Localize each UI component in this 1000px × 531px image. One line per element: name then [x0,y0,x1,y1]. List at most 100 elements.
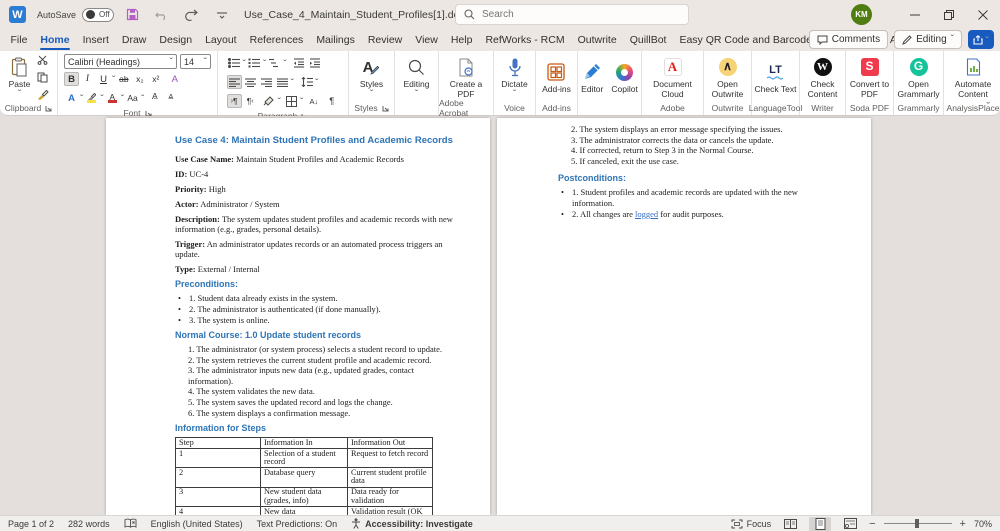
create-pdf-button[interactable]: Create a PDF [439,54,493,100]
redo-icon[interactable] [184,7,200,23]
format-painter-button[interactable] [35,87,50,101]
autosave-toggle[interactable]: Off [82,7,115,22]
change-case-button[interactable]: Aa [125,91,140,105]
page-indicator[interactable]: Page 1 of 2 [8,519,54,529]
dialog-launcher-icon[interactable] [45,105,52,112]
accessibility-status[interactable]: Accessibility: Investigate [351,518,473,529]
collapse-ribbon-icon[interactable]: ˇ [986,101,990,113]
customize-quick-access-icon[interactable] [214,7,230,23]
align-center-button[interactable] [243,75,258,89]
share-button[interactable] [968,30,994,49]
avatar[interactable]: KM [851,4,872,25]
phonetic-guide-button[interactable]: A [167,72,182,86]
show-formatting-marks-button[interactable]: ¶ [324,94,339,108]
tab-mailings[interactable]: Mailings [310,29,362,51]
tab-outwrite[interactable]: Outwrite [571,29,623,51]
dictate-button[interactable]: Dictate [499,54,529,100]
comments-button[interactable]: Comments [808,30,889,49]
minimize-button[interactable] [898,0,932,29]
justify-button[interactable] [275,75,290,89]
align-right-button[interactable] [259,75,274,89]
tab-review[interactable]: Review [361,29,408,51]
addins-button[interactable]: Add-ins [540,59,573,95]
open-grammarly-button[interactable]: G Open Grammarly [894,54,943,100]
tab-references[interactable]: References [243,29,310,51]
font-color-button[interactable]: A [105,91,120,105]
read-mode-view-button[interactable] [779,517,801,531]
automate-content-button[interactable]: Automate Content [944,54,1000,100]
increase-indent-button[interactable] [308,56,323,70]
highlight-button[interactable] [84,91,99,105]
font-size-combo[interactable]: 14 [180,54,211,69]
zoom-in-button[interactable]: + [960,518,966,530]
tab-home[interactable]: Home [34,29,76,51]
web-layout-view-button[interactable] [839,517,861,531]
zoom-slider-thumb[interactable] [914,519,919,528]
tab-refworks[interactable]: RefWorks - RCM [479,29,571,51]
subscript-button[interactable]: x₂ [132,72,147,86]
line-spacing-button[interactable] [299,75,314,89]
tab-view[interactable]: View [409,29,445,51]
text-predictions-indicator[interactable]: Text Predictions: On [257,519,338,529]
editor-button[interactable]: Editor [579,59,605,95]
undo-icon[interactable] [154,7,170,23]
numbering-button[interactable] [247,56,262,70]
font-name-combo[interactable]: Calibri (Headings) [64,54,177,69]
search-box[interactable] [455,4,689,25]
cut-button[interactable] [35,53,50,67]
convert-to-pdf-button[interactable]: S Convert to PDF [846,54,893,100]
print-layout-view-button[interactable] [809,516,832,531]
autosave-control[interactable]: AutoSave Off [37,7,115,22]
editing-mode-dropdown[interactable]: Editing [894,30,962,49]
proofing-icon[interactable] [124,518,137,529]
word-count[interactable]: 282 words [68,519,110,529]
check-text-button[interactable]: LT Check Text [753,59,799,95]
tab-design[interactable]: Design [153,29,199,51]
tab-insert[interactable]: Insert [76,29,115,51]
underline-button[interactable]: U [96,72,111,86]
borders-button[interactable] [284,94,299,108]
shrink-font-button[interactable]: Aˇ [163,91,178,105]
strikethrough-button[interactable]: ab [116,72,131,86]
superscript-button[interactable]: x² [148,72,163,86]
tab-draw[interactable]: Draw [115,29,153,51]
paste-button[interactable]: Paste [7,54,33,100]
save-icon[interactable] [124,7,140,23]
check-content-button[interactable]: W Check Content [800,54,845,100]
focus-button[interactable]: Focus [731,519,771,529]
dialog-launcher-icon[interactable] [382,105,389,112]
copilot-button[interactable]: Copilot [609,59,639,95]
tab-quillbot[interactable]: QuillBot [623,29,673,51]
document-page-1[interactable]: Use Case 4: Maintain Student Profiles an… [106,118,490,515]
restore-button[interactable] [932,0,966,29]
grow-font-button[interactable]: Aˆ [147,91,162,105]
sort-button[interactable]: A↓ [306,94,321,108]
ltr-text-direction-button[interactable]: › ¶ [226,94,242,108]
align-left-button[interactable] [226,75,242,89]
copy-button[interactable] [35,70,50,84]
close-button[interactable] [966,0,1000,29]
tab-layout[interactable]: Layout [199,29,244,51]
editing-button[interactable]: Editing [402,54,432,100]
rtl-text-direction-button[interactable]: ¶ ‹ [243,94,258,108]
zoom-slider[interactable] [883,519,952,528]
document-cloud-button[interactable]: A Document Cloud [642,54,703,100]
document-page-2[interactable]: 2. The system displays an error message … [497,118,871,515]
decrease-indent-button[interactable] [292,56,307,70]
zoom-level[interactable]: 70% [974,519,992,529]
open-outwrite-button[interactable]: ∧ Open Outwrite [704,54,751,100]
tab-easy-qr[interactable]: Easy QR Code and Barcode [673,29,819,51]
shading-button[interactable] [262,94,277,108]
italic-button[interactable]: I [80,72,95,86]
tab-help[interactable]: Help [444,29,479,51]
styles-button[interactable]: A Styles [358,54,385,100]
multilevel-list-button[interactable] [267,56,282,70]
zoom-out-button[interactable]: − [869,518,875,530]
language-indicator[interactable]: English (United States) [151,519,243,529]
bold-button[interactable]: B [64,72,79,86]
word-logo-icon[interactable]: W [9,6,26,23]
document-canvas[interactable]: Use Case 4: Maintain Student Profiles an… [0,116,1000,515]
text-effects-button[interactable]: A [64,91,79,105]
tab-file[interactable]: File [4,29,34,51]
bullets-button[interactable] [227,56,242,70]
